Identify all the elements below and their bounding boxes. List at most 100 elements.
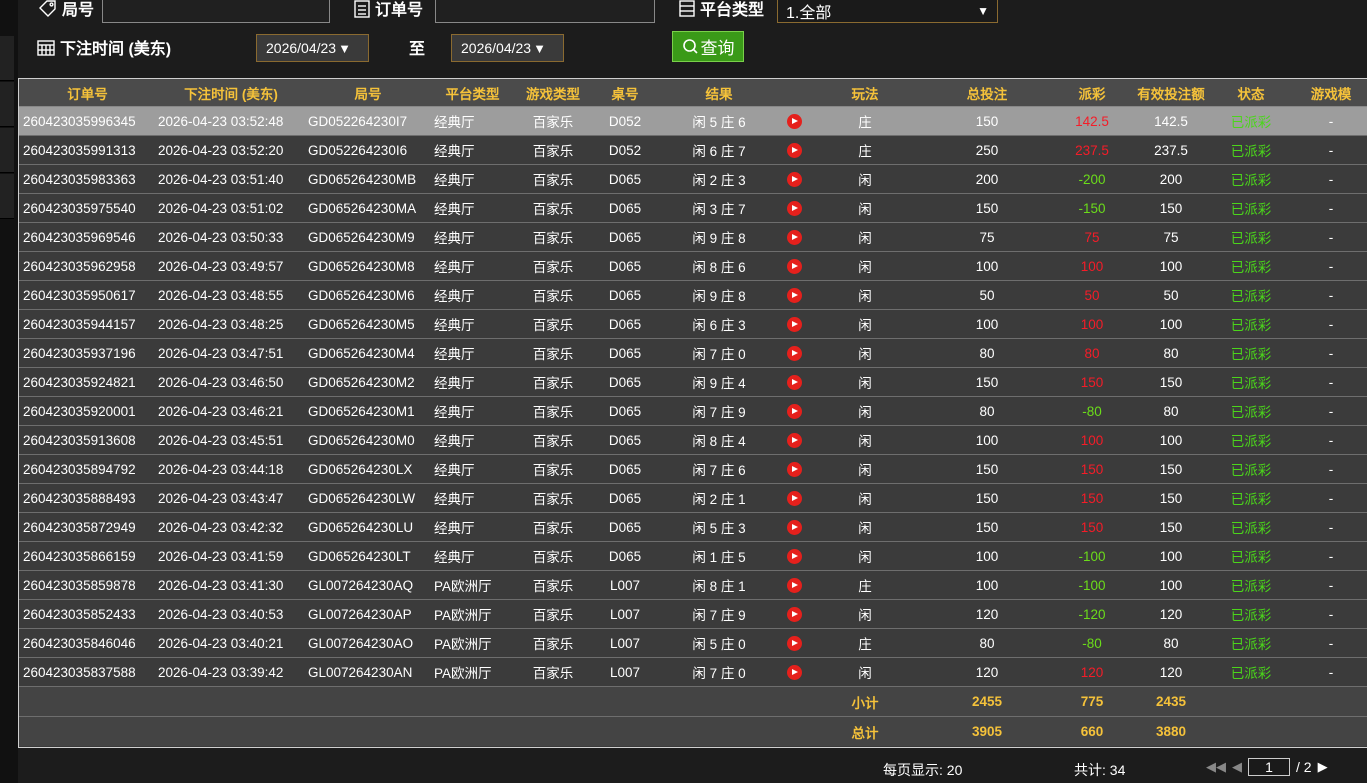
table-row[interactable]: 260423035913608 2026-04-23 03:45:51 GD0652…: [19, 425, 1367, 455]
game-mode-cell: -: [1291, 280, 1367, 310]
play-video-icon[interactable]: [786, 519, 802, 535]
play-video-icon[interactable]: [786, 345, 802, 361]
first-page-icon[interactable]: ◀◀: [1206, 759, 1226, 775]
valid-bet-cell: 150: [1131, 454, 1211, 484]
table-number-cell: D065: [591, 512, 659, 542]
game-mode-cell: -: [1291, 222, 1367, 252]
date-to-picker[interactable]: 2026/04/23 ▼: [451, 34, 564, 62]
replay-cell: [779, 599, 809, 629]
play-video-icon[interactable]: [786, 171, 802, 187]
table-row[interactable]: 260423035937196 2026-04-23 03:47:51 GD0652…: [19, 338, 1367, 368]
payout-cell: 100: [1053, 309, 1131, 339]
bet-type-cell: 闲: [809, 367, 921, 397]
table-row[interactable]: 260423035859878 2026-04-23 03:41:30 GL0072…: [19, 570, 1367, 600]
play-video-icon[interactable]: [786, 142, 802, 158]
table-row[interactable]: 260423035846046 2026-04-23 03:40:21 GL0072…: [19, 628, 1367, 658]
next-page-icon[interactable]: ▶: [1318, 759, 1328, 775]
play-video-icon[interactable]: [786, 664, 802, 680]
play-video-icon[interactable]: [786, 316, 802, 332]
table-row[interactable]: 260423035866159 2026-04-23 03:41:59 GD0652…: [19, 541, 1367, 571]
col-header-game-mode[interactable]: 游戏模: [1291, 79, 1367, 107]
play-video-icon[interactable]: [786, 403, 802, 419]
round-cell: GD065264230M4: [306, 338, 430, 368]
table-number-cell: D065: [591, 164, 659, 194]
total-bet-cell: 150: [921, 193, 1053, 223]
side-tab[interactable]: [0, 82, 14, 127]
platform-cell: PA欧洲厅: [430, 570, 515, 600]
order-cell: 260423035983363: [19, 164, 156, 194]
chevron-down-icon: ▼: [338, 40, 351, 56]
table-row[interactable]: 260423035920001 2026-04-23 03:46:21 GD0652…: [19, 396, 1367, 426]
col-header-platform[interactable]: 平台类型: [430, 79, 515, 107]
table-row[interactable]: 260423035944157 2026-04-23 03:48:25 GD0652…: [19, 309, 1367, 339]
bet-time-cell: 2026-04-23 03:48:25: [156, 309, 306, 339]
side-tab[interactable]: [0, 128, 14, 173]
total-count-text: 共计: 34: [1074, 762, 1126, 778]
col-header-total-bet[interactable]: 总投注: [921, 79, 1053, 107]
col-header-round[interactable]: 局号: [306, 79, 430, 107]
play-video-icon[interactable]: [786, 606, 802, 622]
table-row[interactable]: 260423035924821 2026-04-23 03:46:50 GD0652…: [19, 367, 1367, 397]
play-video-icon[interactable]: [786, 113, 802, 129]
table-row[interactable]: 260423035872949 2026-04-23 03:42:32 GD0652…: [19, 512, 1367, 542]
col-header-valid-bet[interactable]: 有效投注额: [1131, 79, 1211, 107]
play-video-icon[interactable]: [786, 258, 802, 274]
play-video-icon[interactable]: [786, 490, 802, 506]
side-tab[interactable]: [0, 174, 14, 219]
valid-bet-cell: 150: [1131, 512, 1211, 542]
bet-time-cell: 2026-04-23 03:42:32: [156, 512, 306, 542]
col-header-bet-type[interactable]: 玩法: [809, 79, 921, 107]
col-header-payout[interactable]: 派彩: [1053, 79, 1131, 107]
round-input[interactable]: [102, 0, 330, 23]
play-video-icon[interactable]: [786, 287, 802, 303]
table-row[interactable]: 260423035950617 2026-04-23 03:48:55 GD0652…: [19, 280, 1367, 310]
date-from-picker[interactable]: 2026/04/23 ▼: [256, 34, 369, 62]
round-cell: GD065264230M5: [306, 309, 430, 339]
col-header-status[interactable]: 状态: [1211, 79, 1291, 107]
table-row[interactable]: 260423035894792 2026-04-23 03:44:18 GD0652…: [19, 454, 1367, 484]
game-mode-cell: -: [1291, 570, 1367, 600]
order-input[interactable]: [435, 0, 655, 23]
col-header-bet-time[interactable]: 下注时间 (美东): [156, 79, 306, 107]
table-row[interactable]: 260423035991313 2026-04-23 03:52:20 GD0522…: [19, 135, 1367, 165]
total-label: 总计: [809, 716, 921, 746]
play-video-icon[interactable]: [786, 548, 802, 564]
order-cell: 260423035991313: [19, 135, 156, 165]
play-video-icon[interactable]: [786, 461, 802, 477]
play-video-icon[interactable]: [786, 200, 802, 216]
round-cell: GL007264230AP: [306, 599, 430, 629]
prev-page-icon[interactable]: ◀: [1232, 759, 1242, 775]
bet-type-cell: 闲: [809, 222, 921, 252]
col-header-order[interactable]: 订单号: [19, 79, 156, 107]
page-input[interactable]: [1248, 758, 1290, 776]
table-row[interactable]: 260423035996345 2026-04-23 03:52:48 GD0522…: [19, 106, 1367, 136]
game-type-cell: 百家乐: [515, 251, 591, 281]
table-row[interactable]: 260423035962958 2026-04-23 03:49:57 GD0652…: [19, 251, 1367, 281]
table-row[interactable]: 260423035852433 2026-04-23 03:40:53 GL0072…: [19, 599, 1367, 629]
valid-bet-cell: 237.5: [1131, 135, 1211, 165]
round-cell: GD065264230M2: [306, 367, 430, 397]
play-video-icon[interactable]: [786, 577, 802, 593]
col-header-result[interactable]: 结果: [659, 79, 779, 107]
tag-icon: [39, 0, 56, 17]
side-tab[interactable]: [0, 36, 14, 81]
round-cell: GL007264230AO: [306, 628, 430, 658]
subtotal-row: 小计 2455 775 2435: [19, 686, 1367, 717]
game-mode-cell: -: [1291, 135, 1367, 165]
round-cell: GD065264230MB: [306, 164, 430, 194]
table-row[interactable]: 260423035837588 2026-04-23 03:39:42 GL0072…: [19, 657, 1367, 687]
play-video-icon[interactable]: [786, 374, 802, 390]
query-button[interactable]: 查询: [672, 31, 744, 62]
play-video-icon[interactable]: [786, 229, 802, 245]
platform-select[interactable]: 1.全部 ▼: [777, 0, 998, 23]
table-row[interactable]: 260423035975540 2026-04-23 03:51:02 GD0652…: [19, 193, 1367, 223]
col-header-table[interactable]: 桌号: [591, 79, 659, 107]
play-video-icon[interactable]: [786, 635, 802, 651]
table-row[interactable]: 260423035888493 2026-04-23 03:43:47 GD0652…: [19, 483, 1367, 513]
replay-cell: [779, 512, 809, 542]
table-row[interactable]: 260423035983363 2026-04-23 03:51:40 GD0652…: [19, 164, 1367, 194]
bet-time-label: 下注时间 (美东): [36, 35, 171, 59]
play-video-icon[interactable]: [786, 432, 802, 448]
table-row[interactable]: 260423035969546 2026-04-23 03:50:33 GD0652…: [19, 222, 1367, 252]
col-header-game-type[interactable]: 游戏类型: [515, 79, 591, 107]
